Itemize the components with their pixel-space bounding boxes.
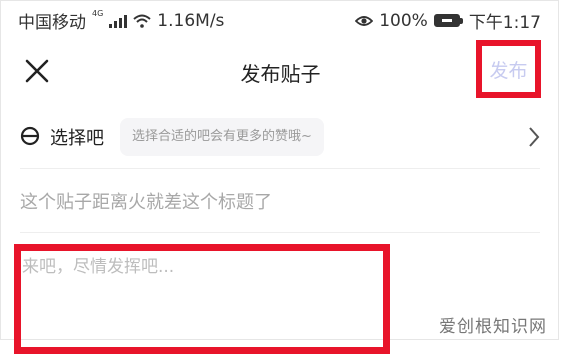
divider — [20, 232, 540, 233]
status-bar: 中国移动 4G 1.16M/s 100% 下午1:17 — [0, 0, 561, 34]
clock: 下午1:17 — [468, 13, 541, 33]
forum-select-row[interactable]: 选择吧 选择合适的吧会有更多的赞哦~ — [20, 118, 540, 156]
divider — [20, 168, 540, 169]
watermark: 爱创根知识网 — [439, 317, 547, 337]
signal-icon — [109, 14, 128, 28]
chevron-right-icon — [529, 127, 540, 147]
wifi-icon — [133, 14, 151, 28]
post-title-input[interactable]: 这个贴子距离火就差这个标题了 — [20, 188, 272, 214]
publish-highlight-box: 发布 — [476, 40, 541, 98]
network-type: 4G — [92, 9, 104, 18]
forum-icon — [20, 126, 40, 146]
post-body-input[interactable]: 来吧，尽情发挥吧... — [22, 252, 174, 277]
battery-percent: 100% — [379, 10, 428, 31]
publish-button[interactable]: 发布 — [489, 56, 527, 83]
carrier-label: 中国移动 — [18, 13, 86, 33]
battery-icon — [433, 14, 463, 27]
forum-select-label: 选择吧 — [50, 128, 104, 149]
forum-hint: 选择合适的吧会有更多的赞哦~ — [120, 118, 324, 156]
eye-comfort-icon — [355, 15, 374, 26]
network-speed: 1.16M/s — [157, 10, 225, 31]
